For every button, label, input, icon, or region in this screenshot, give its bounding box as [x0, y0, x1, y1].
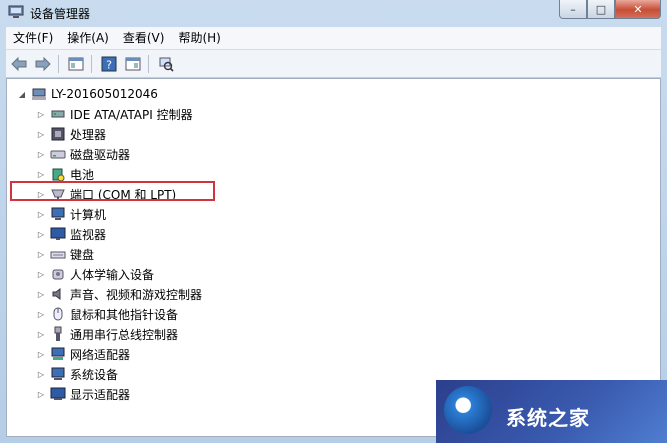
tree-item-label: 鼠标和其他指针设备 — [70, 307, 179, 322]
tree-item-label: 系统设备 — [70, 367, 119, 382]
show-hide-console-tree-button[interactable] — [65, 53, 87, 75]
toolbar-separator — [91, 54, 92, 73]
menu-view[interactable]: 查看(V) — [116, 28, 172, 48]
system-device-icon — [50, 366, 66, 382]
toolbar-separator — [148, 54, 149, 73]
tree-item-label: 磁盘驱动器 — [70, 147, 131, 162]
expand-arrow-icon[interactable]: ▷ — [36, 329, 46, 339]
forward-arrow-icon — [35, 56, 51, 71]
tree-item-hid[interactable]: ▷ 人体学输入设备 — [36, 265, 154, 283]
back-button[interactable] — [8, 53, 30, 75]
expand-arrow-icon[interactable]: ▷ — [36, 289, 46, 299]
tree-item-label: 通用串行总线控制器 — [70, 327, 179, 342]
close-button[interactable]: ✕ — [615, 0, 661, 19]
tree-item-label: IDE ATA/ATAPI 控制器 — [70, 107, 193, 122]
menu-action[interactable]: 操作(A) — [60, 28, 116, 48]
tree-item-usb[interactable]: ▷ 通用串行总线控制器 — [36, 325, 178, 343]
forward-button[interactable] — [32, 53, 54, 75]
tree-item-network-adapter[interactable]: ▷ 网络适配器 — [36, 345, 130, 363]
keyboard-icon — [50, 246, 66, 262]
hid-icon — [50, 266, 66, 282]
title-bar[interactable]: 设备管理器 – □ ✕ — [0, 0, 667, 26]
expand-arrow-icon[interactable]: ▷ — [36, 269, 46, 279]
toolbar-separator — [58, 54, 59, 73]
toolbar: ? — [6, 50, 661, 78]
expand-arrow-icon[interactable]: ▷ — [36, 349, 46, 359]
back-arrow-icon — [11, 56, 27, 71]
display-adapter-icon — [50, 386, 66, 402]
monitor-icon — [50, 226, 66, 242]
tree-item-label: 计算机 — [70, 207, 107, 222]
watermark-text: 系统之家 — [506, 406, 590, 430]
tree-item-label: 显示适配器 — [70, 387, 131, 402]
usb-icon — [50, 326, 66, 342]
properties-button[interactable] — [122, 53, 144, 75]
expand-arrow-icon[interactable]: ▷ — [36, 249, 46, 259]
tree-item-label: 监视器 — [70, 227, 107, 242]
watermark: 系统之家 — [436, 380, 667, 443]
tree-item-label: 处理器 — [70, 127, 107, 142]
computer-root-icon — [31, 86, 47, 102]
tree-item-label: 人体学输入设备 — [70, 267, 155, 282]
tree-item-computer[interactable]: ▷ 计算机 — [36, 205, 106, 223]
tree-item-processor[interactable]: ▷ 处理器 — [36, 125, 106, 143]
highlight-box — [10, 181, 215, 201]
minimize-button[interactable]: – — [559, 0, 587, 19]
expand-arrow-icon[interactable]: ▷ — [36, 149, 46, 159]
tree-item-mouse[interactable]: ▷ 鼠标和其他指针设备 — [36, 305, 178, 323]
expand-arrow-icon[interactable]: ▷ — [36, 229, 46, 239]
expand-arrow-icon[interactable]: ▷ — [36, 209, 46, 219]
tree-item-disk-drive[interactable]: ▷ 磁盘驱动器 — [36, 145, 130, 163]
collapse-arrow-icon[interactable]: ◢ — [17, 89, 27, 99]
expand-arrow-icon[interactable]: ▷ — [36, 169, 46, 179]
battery-icon — [50, 166, 66, 182]
window-controls: – □ ✕ — [559, 0, 661, 20]
tree-item-system-device[interactable]: ▷ 系统设备 — [36, 365, 118, 383]
tree-item-sound[interactable]: ▷ 声音、视频和游戏控制器 — [36, 285, 202, 303]
properties-icon — [125, 57, 141, 70]
help-icon: ? — [101, 56, 117, 71]
expand-arrow-icon[interactable]: ▷ — [36, 309, 46, 319]
tree-item-display-adapter[interactable]: ▷ 显示适配器 — [36, 385, 130, 403]
help-button[interactable]: ? — [98, 53, 120, 75]
device-manager-window: 设备管理器 – □ ✕ 文件(F) 操作(A) 查看(V) 帮助(H) ? ◢ … — [0, 0, 667, 443]
device-manager-icon — [8, 5, 24, 18]
expand-arrow-icon[interactable]: ▷ — [36, 109, 46, 119]
scan-hardware-button[interactable] — [155, 53, 177, 75]
expand-arrow-icon[interactable]: ▷ — [36, 369, 46, 379]
tree-item-label: 电池 — [70, 167, 95, 182]
ide-controller-icon — [50, 106, 66, 122]
watermark-logo-icon — [444, 386, 492, 434]
tree-item-label: 键盘 — [70, 247, 95, 262]
console-tree-icon — [68, 57, 84, 70]
tree-root-label: LY-201605012046 — [51, 87, 158, 101]
window-title: 设备管理器 — [30, 7, 91, 21]
menu-help[interactable]: 帮助(H) — [171, 28, 227, 48]
computer-icon — [50, 206, 66, 222]
processor-icon — [50, 126, 66, 142]
menu-file[interactable]: 文件(F) — [6, 28, 60, 48]
tree-item-ide-controller[interactable]: ▷ IDE ATA/ATAPI 控制器 — [36, 105, 193, 123]
sound-icon — [50, 286, 66, 302]
tree-item-label: 网络适配器 — [70, 347, 131, 362]
mouse-icon — [50, 306, 66, 322]
tree-root[interactable]: ◢ LY-201605012046 — [17, 85, 158, 103]
menu-bar: 文件(F) 操作(A) 查看(V) 帮助(H) — [6, 27, 661, 50]
svg-text:?: ? — [106, 58, 112, 71]
tree-item-monitor[interactable]: ▷ 监视器 — [36, 225, 106, 243]
tree-item-label: 声音、视频和游戏控制器 — [70, 287, 203, 302]
expand-arrow-icon[interactable]: ▷ — [36, 389, 46, 399]
tree-item-keyboard[interactable]: ▷ 键盘 — [36, 245, 94, 263]
network-adapter-icon — [50, 346, 66, 362]
maximize-button[interactable]: □ — [587, 0, 615, 19]
expand-arrow-icon[interactable]: ▷ — [36, 129, 46, 139]
scan-hardware-icon — [159, 57, 174, 72]
disk-drive-icon — [50, 146, 66, 162]
